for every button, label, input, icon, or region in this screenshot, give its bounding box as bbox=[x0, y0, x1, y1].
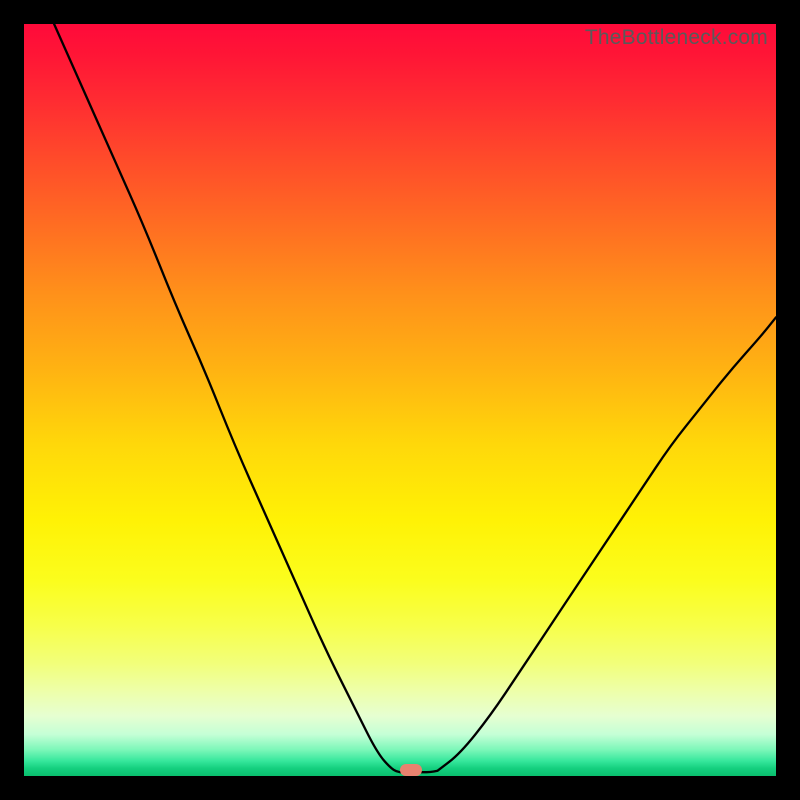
bottleneck-curve bbox=[24, 24, 776, 776]
optimal-point-marker bbox=[400, 764, 422, 776]
curve-path bbox=[54, 24, 776, 772]
chart-frame: TheBottleneck.com bbox=[0, 0, 800, 800]
plot-area: TheBottleneck.com bbox=[24, 24, 776, 776]
